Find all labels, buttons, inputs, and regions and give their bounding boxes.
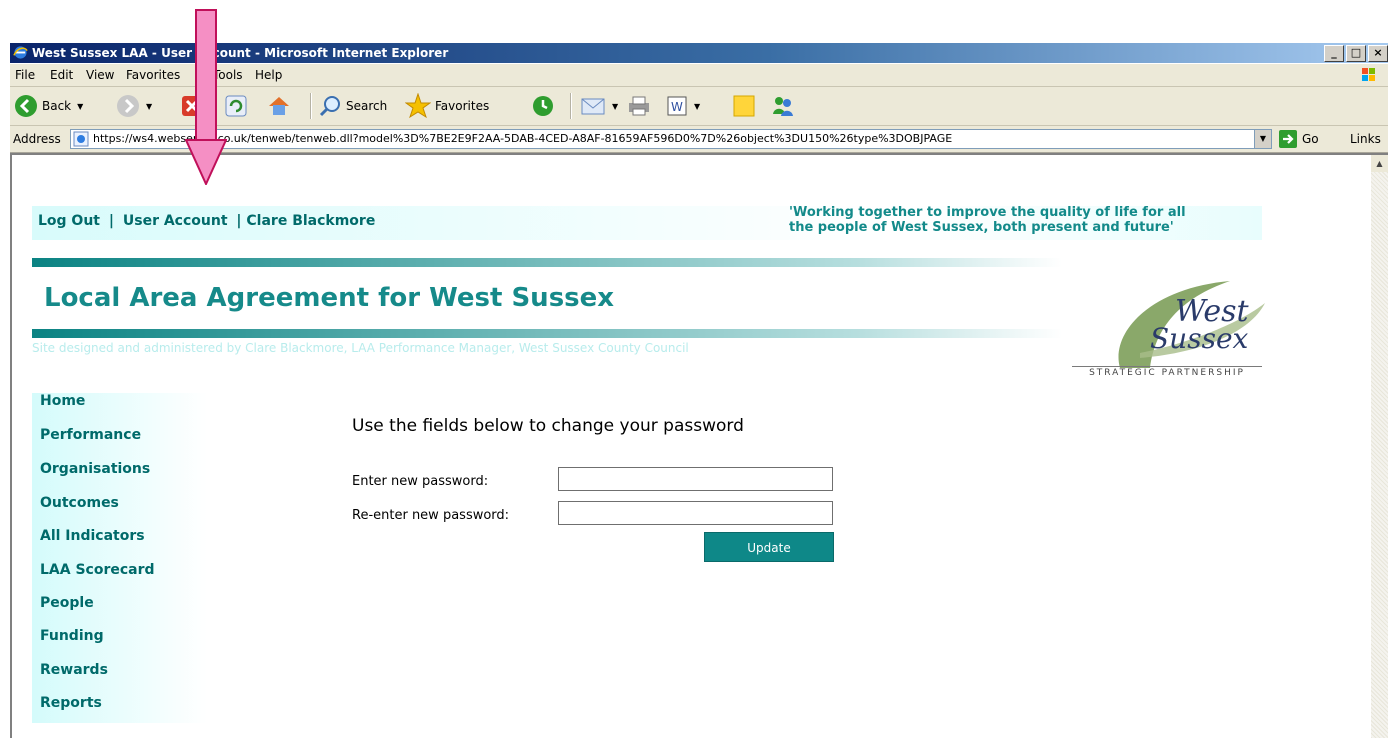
annotation-arrow-icon — [185, 9, 227, 185]
menu-view[interactable]: View — [86, 68, 114, 82]
favorites-button[interactable]: Favorites — [405, 93, 489, 119]
page-title: Local Area Agreement for West Sussex — [44, 283, 615, 313]
chevron-down-icon: ▼ — [612, 101, 619, 111]
address-label: Address — [13, 132, 61, 146]
links-button[interactable]: Links — [1350, 132, 1381, 146]
scroll-up-icon[interactable]: ▲ — [1371, 155, 1388, 172]
menu-favorites[interactable]: Favorites — [126, 68, 180, 82]
note-button[interactable] — [732, 93, 756, 119]
nav-item-reports[interactable]: Reports — [40, 695, 102, 711]
user-name: | Clare Blackmore — [236, 213, 376, 229]
nav-item-people[interactable]: People — [40, 595, 94, 611]
search-icon — [319, 96, 340, 117]
windows-logo-icon — [1362, 68, 1375, 81]
update-button[interactable]: Update — [704, 532, 834, 562]
mail-button[interactable]: ▼ — [580, 93, 618, 119]
nav-item-all-indicators[interactable]: All Indicators — [40, 528, 145, 544]
nav-item-home[interactable]: Home — [40, 393, 85, 409]
logo-text-sussex: Sussex — [1150, 322, 1249, 355]
nav-item-laa-scorecard[interactable]: LAA Scorecard — [40, 562, 155, 578]
print-icon — [629, 96, 649, 116]
ie-page-icon — [73, 131, 89, 147]
close-button[interactable]: × — [1368, 45, 1388, 62]
chevron-down-icon: ▼ — [146, 101, 153, 111]
svg-text:W: W — [671, 100, 683, 114]
logout-link[interactable]: Log Out — [38, 213, 100, 229]
reenter-password-label: Re-enter new password: — [352, 508, 510, 523]
form-heading: Use the fields below to change your pass… — [352, 416, 744, 436]
refresh-button[interactable] — [224, 93, 248, 119]
nav-item-outcomes[interactable]: Outcomes — [40, 495, 119, 511]
home-button[interactable] — [266, 93, 292, 119]
chevron-down-icon: ▼ — [694, 101, 701, 111]
nav-item-funding[interactable]: Funding — [40, 628, 104, 644]
window-title: West Sussex LAA - User Account - Microso… — [32, 46, 449, 60]
mail-icon — [581, 98, 605, 115]
tagline: 'Working together to improve the quality… — [789, 205, 1186, 235]
home-icon — [269, 97, 289, 115]
menu-edit[interactable]: Edit — [50, 68, 73, 82]
separator: | — [108, 213, 114, 229]
refresh-icon — [225, 95, 247, 117]
designed-by-text: Site designed and administered by Clare … — [32, 341, 689, 355]
page-viewport: ▲ Log Out | User Account | Clare Blackmo… — [10, 153, 1388, 738]
nav-item-rewards[interactable]: Rewards — [40, 662, 108, 678]
go-arrow-icon — [1279, 130, 1297, 148]
menu-file[interactable]: File — [15, 68, 35, 82]
side-navigation: Home Performance Organisations Outcomes … — [32, 393, 207, 723]
edit-icon: W — [667, 96, 687, 116]
address-input[interactable]: https://ws4.webserver.co.uk/tenweb/tenwe… — [70, 129, 1272, 149]
messenger-icon — [773, 97, 793, 116]
forward-button[interactable]: ▼ — [116, 93, 152, 119]
new-password-label: Enter new password: — [352, 474, 489, 489]
print-button[interactable] — [626, 93, 652, 119]
menu-help[interactable]: Help — [255, 68, 282, 82]
forward-arrow-icon — [117, 95, 139, 117]
west-sussex-logo: West Sussex — [1118, 281, 1265, 368]
note-icon — [733, 95, 755, 117]
history-button[interactable] — [531, 93, 555, 119]
maximize-button[interactable]: □ — [1346, 45, 1366, 62]
logo-partnership-text: STRATEGIC PARTNERSHIP — [1072, 366, 1262, 378]
new-password-input[interactable] — [558, 467, 833, 491]
reenter-password-input[interactable] — [558, 501, 833, 525]
top-links: Log Out | User Account | Clare Blackmore — [38, 213, 379, 229]
edit-button[interactable]: W ▼ — [666, 93, 700, 119]
chevron-down-icon[interactable]: ▼ — [1254, 130, 1271, 148]
ie-icon — [13, 46, 28, 59]
back-arrow-icon — [15, 95, 37, 117]
favorites-star-icon — [405, 93, 431, 119]
nav-item-performance[interactable]: Performance — [40, 427, 141, 443]
search-button[interactable]: Search — [318, 93, 387, 119]
divider-top — [32, 258, 1062, 267]
messenger-button[interactable] — [770, 93, 796, 119]
vertical-scrollbar[interactable]: ▲ — [1371, 155, 1388, 738]
history-icon — [533, 96, 553, 116]
divider-bottom — [32, 329, 1062, 338]
back-button[interactable]: Back ▼ — [14, 93, 83, 119]
chevron-down-icon: ▼ — [77, 101, 84, 111]
minimize-button[interactable]: _ — [1324, 45, 1344, 62]
go-button[interactable]: Go — [1278, 129, 1319, 149]
nav-item-organisations[interactable]: Organisations — [40, 461, 150, 477]
user-account-link[interactable]: User Account — [123, 213, 228, 229]
